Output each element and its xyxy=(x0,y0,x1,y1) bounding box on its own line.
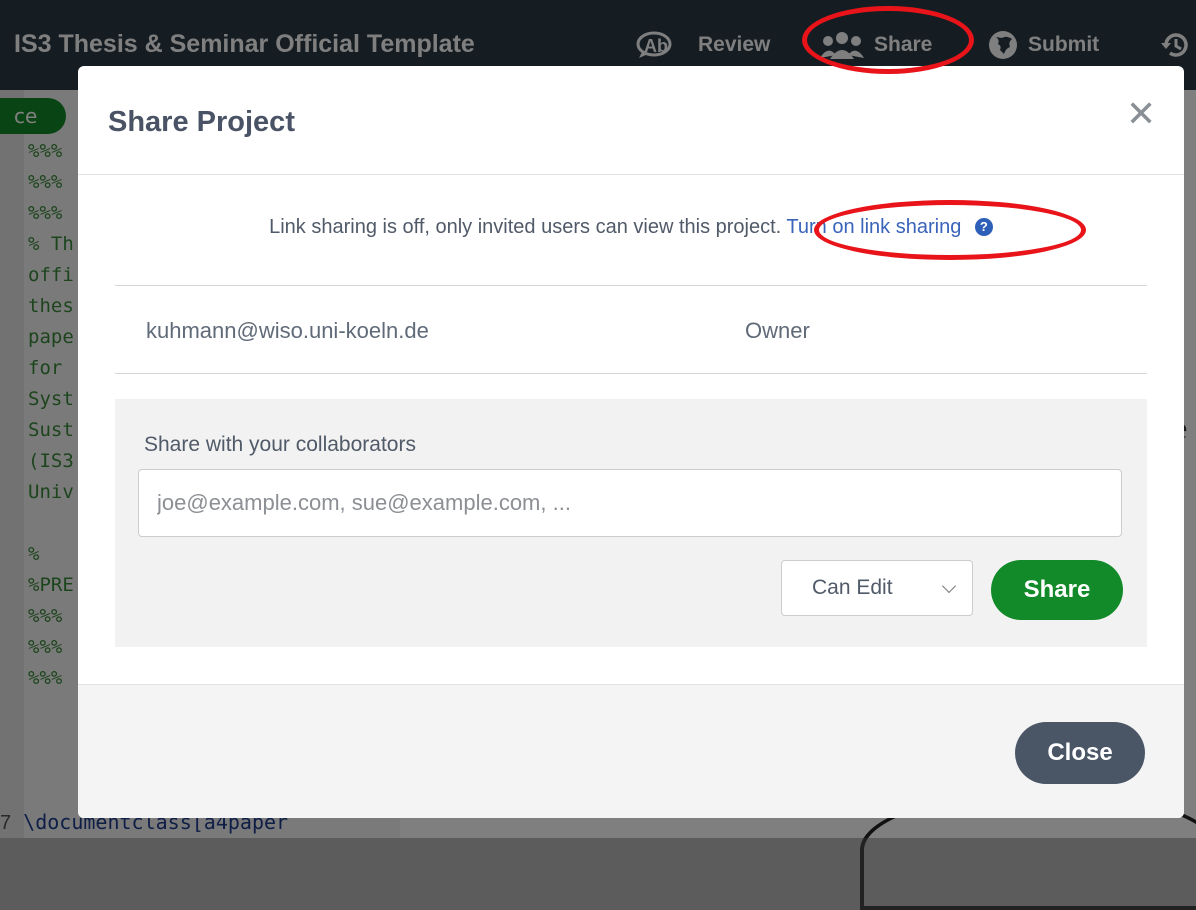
turn-on-link-sharing-link[interactable]: Turn on link sharing xyxy=(786,216,961,238)
modal-header: Share Project ✕ xyxy=(78,66,1184,175)
question-circle-icon[interactable]: ? xyxy=(974,218,993,236)
chevron-down-icon xyxy=(941,578,957,594)
share-button[interactable]: Share xyxy=(991,560,1123,620)
permission-select[interactable]: Can Edit xyxy=(781,560,973,616)
share-project-modal: Share Project ✕ Link sharing is off, onl… xyxy=(78,66,1184,818)
link-sharing-status: Link sharing is off, only invited users … xyxy=(269,216,782,238)
collaborator-email-input[interactable] xyxy=(138,469,1122,537)
close-icon[interactable]: ✕ xyxy=(1126,96,1156,132)
share-collaborators-panel: Share with your collaborators Can Edit S… xyxy=(115,399,1147,647)
divider xyxy=(115,373,1147,374)
permission-select-value: Can Edit xyxy=(812,576,893,599)
share-with-label: Share with your collaborators xyxy=(144,433,416,456)
modal-footer: Close xyxy=(78,684,1184,818)
link-sharing-row: Link sharing is off, only invited users … xyxy=(78,216,1184,239)
member-email: kuhmann@wiso.uni-koeln.de xyxy=(146,318,429,343)
divider xyxy=(115,285,1147,286)
close-button[interactable]: Close xyxy=(1015,722,1145,784)
modal-title: Share Project xyxy=(108,106,295,138)
member-role: Owner xyxy=(745,318,810,343)
